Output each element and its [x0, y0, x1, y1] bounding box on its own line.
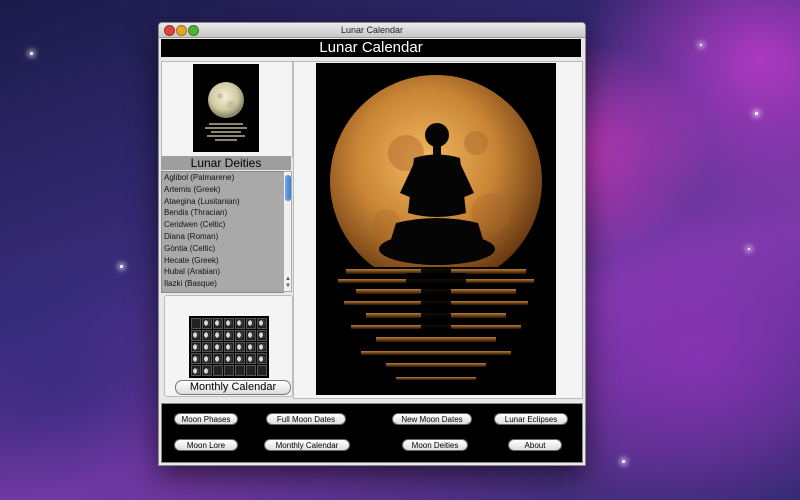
moon-reflection-image — [193, 64, 259, 152]
scroll-up-arrow-icon[interactable]: ▲ — [285, 276, 291, 282]
meditation-moon-image — [316, 63, 556, 395]
main-image-panel — [293, 61, 583, 399]
calendar-cell — [191, 353, 201, 365]
star — [755, 112, 758, 115]
moon-phases-button[interactable]: Moon Phases — [174, 413, 238, 425]
calendar-cell — [246, 365, 256, 376]
star — [700, 44, 702, 46]
calendar-cell — [202, 318, 212, 329]
calendar-cell — [257, 365, 267, 376]
list-item[interactable]: Gòntia (Celtic) — [162, 243, 283, 255]
calendar-cell — [191, 318, 201, 329]
calendar-cell — [224, 353, 234, 365]
minimize-window-icon[interactable] — [176, 25, 187, 36]
star — [748, 248, 750, 250]
app-window: Lunar Calendar Lunar Calendar Lunar Deit… — [158, 22, 586, 466]
scroll-down-arrow-icon[interactable]: ▼ — [285, 283, 291, 289]
full-moon-dates-button[interactable]: Full Moon Dates — [266, 413, 346, 425]
calendar-cell — [202, 353, 212, 365]
list-item[interactable]: Ataegina (Lusitanian) — [162, 196, 283, 208]
zoom-window-icon[interactable] — [188, 25, 199, 36]
title-bar: Lunar Calendar — [159, 23, 585, 38]
calendar-cell — [257, 353, 267, 365]
calendar-cell — [191, 341, 201, 353]
star — [622, 460, 625, 463]
deity-list-scrollbar[interactable]: ▲ ▼ — [283, 171, 292, 292]
header-title: Lunar Calendar — [319, 39, 423, 56]
calendar-cell — [246, 341, 256, 353]
calendar-cell — [213, 341, 223, 353]
calendar-cell — [224, 341, 234, 353]
calendar-cell — [213, 329, 223, 341]
calendar-cell — [213, 353, 223, 365]
header-banner: Lunar Calendar — [161, 39, 581, 57]
monthly-calendar-bottom-button[interactable]: Monthly Calendar — [264, 439, 350, 451]
calendar-cell — [224, 318, 234, 329]
list-item[interactable]: Artemis (Greek) — [162, 184, 283, 196]
calendar-cell — [235, 353, 245, 365]
calendar-cell — [202, 329, 212, 341]
list-item[interactable]: Hecate (Greek) — [162, 255, 283, 267]
calendar-thumbnail-image — [189, 316, 269, 378]
calendar-cell — [213, 365, 223, 376]
list-item[interactable]: Ceridwen (Celtic) — [162, 219, 283, 231]
calendar-cell — [224, 365, 234, 376]
calendar-cell — [246, 329, 256, 341]
calendar-cell — [224, 329, 234, 341]
moon-deities-button[interactable]: Moon Deities — [402, 439, 468, 451]
calendar-cell — [202, 341, 212, 353]
calendar-cell — [235, 318, 245, 329]
deity-list[interactable]: Aglibol (Palmarene) Artemis (Greek) Atae… — [161, 171, 284, 293]
bottom-button-bar: Moon Phases Full Moon Dates New Moon Dat… — [161, 403, 583, 463]
list-item[interactable]: Aglibol (Palmarene) — [162, 172, 283, 184]
calendar-cell — [246, 353, 256, 365]
list-item[interactable]: Ilazki (Basque) — [162, 278, 283, 290]
monthly-calendar-button[interactable]: Monthly Calendar — [175, 380, 291, 395]
list-item[interactable]: Hubal (Arabian) — [162, 266, 283, 278]
list-item[interactable]: Bendis (Thracian) — [162, 207, 283, 219]
calendar-cell — [235, 341, 245, 353]
star — [30, 52, 33, 55]
lunar-eclipses-button[interactable]: Lunar Eclipses — [494, 413, 568, 425]
scrollbar-thumb[interactable] — [285, 175, 291, 201]
calendar-cell — [246, 318, 256, 329]
new-moon-dates-button[interactable]: New Moon Dates — [392, 413, 472, 425]
window-title: Lunar Calendar — [340, 25, 404, 35]
calendar-cell — [191, 365, 201, 376]
moon-thumbnail-panel — [161, 61, 293, 157]
star — [120, 265, 123, 268]
list-item[interactable]: Diana (Roman) — [162, 231, 283, 243]
calendar-cell — [235, 365, 245, 376]
calendar-cell — [213, 318, 223, 329]
about-button[interactable]: About — [508, 439, 562, 451]
calendar-cell — [257, 341, 267, 353]
calendar-cell — [257, 329, 267, 341]
calendar-cell — [191, 329, 201, 341]
moon-lore-button[interactable]: Moon Lore — [174, 439, 238, 451]
calendar-cell — [235, 329, 245, 341]
deities-heading: Lunar Deities — [161, 156, 291, 170]
calendar-cell — [202, 365, 212, 376]
calendar-panel: Monthly Calendar — [164, 295, 293, 397]
calendar-cell — [257, 318, 267, 329]
close-window-icon[interactable] — [164, 25, 175, 36]
